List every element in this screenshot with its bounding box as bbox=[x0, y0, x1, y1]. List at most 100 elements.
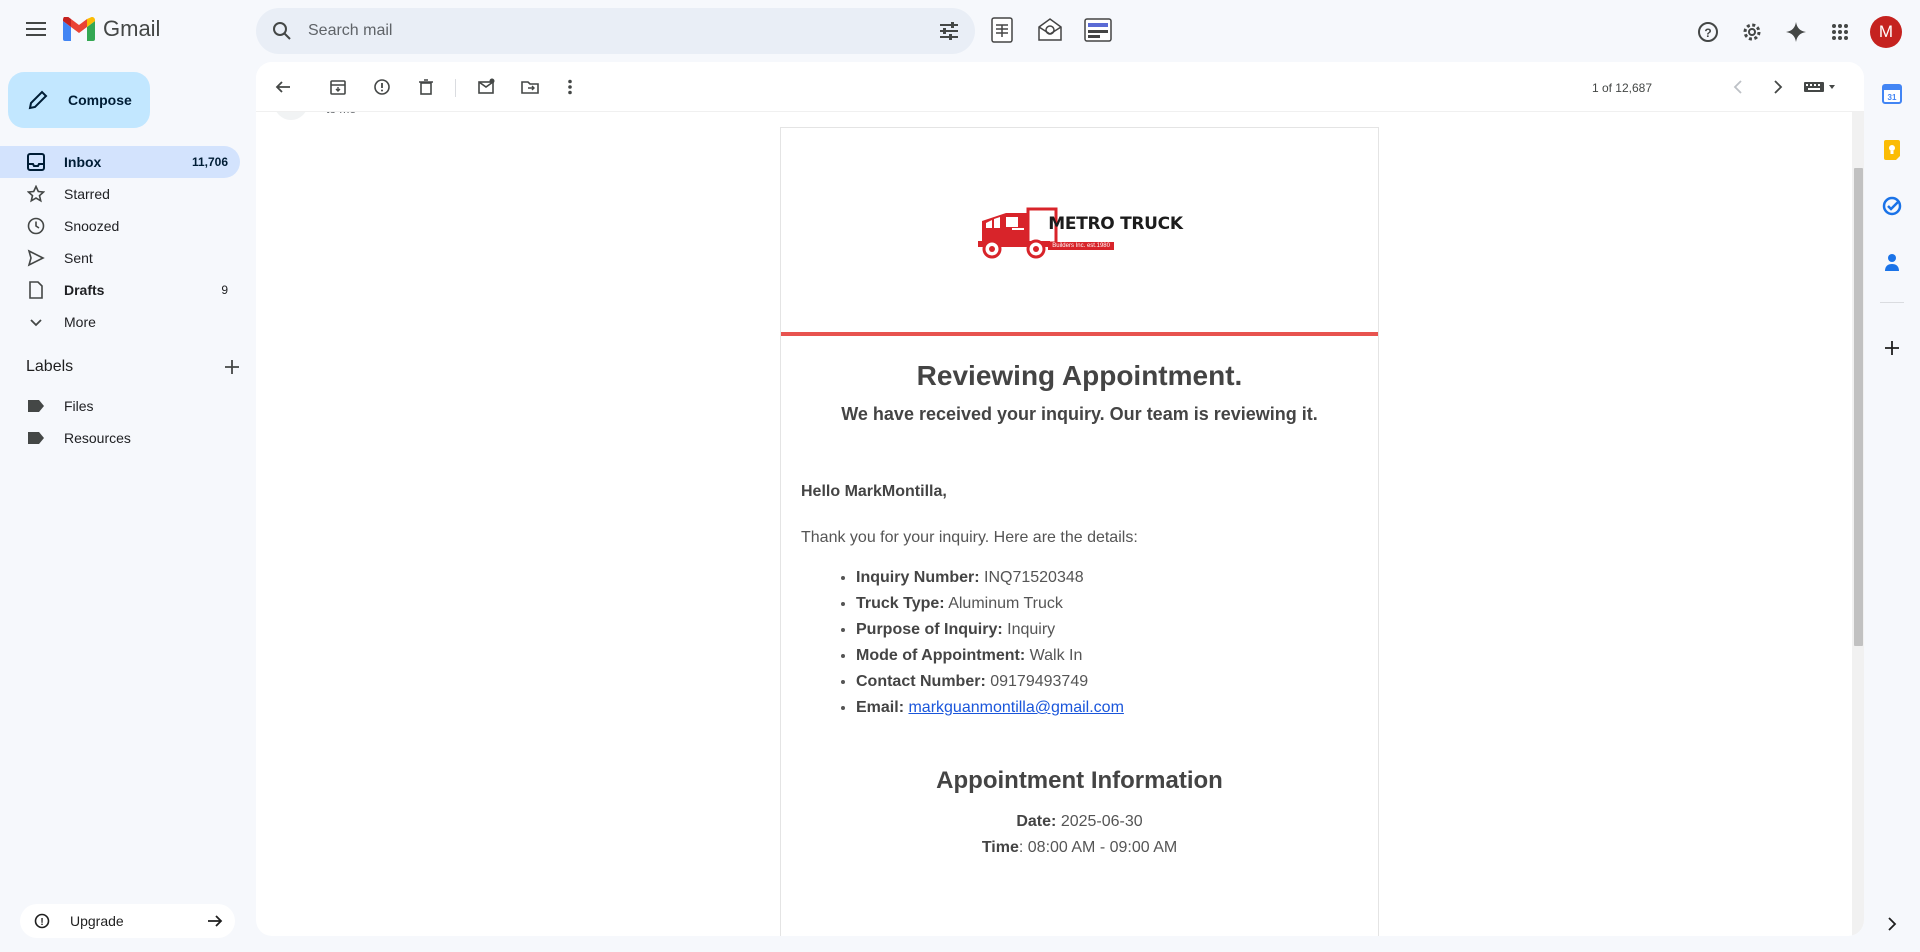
spreadsheet-extension-icon[interactable] bbox=[985, 12, 1019, 48]
top-right-actions: ? M bbox=[1684, 12, 1920, 52]
report-spam-icon[interactable] bbox=[367, 72, 397, 102]
newer-chevron-icon[interactable] bbox=[1723, 72, 1753, 102]
detail-value: Inquiry bbox=[1007, 621, 1056, 638]
detail-label: Contact Number: bbox=[856, 673, 986, 690]
nav-label: Sent bbox=[64, 250, 93, 266]
label-tag-icon bbox=[26, 428, 46, 448]
template-extension-icon[interactable] bbox=[1081, 12, 1115, 48]
help-icon[interactable]: ? bbox=[1688, 12, 1728, 52]
detail-item-purpose: Purpose of Inquiry: Inquiry bbox=[856, 617, 1358, 643]
expand-panel-chevron-icon[interactable] bbox=[1878, 910, 1906, 938]
email-subtitle: We have received your inquiry. Our team … bbox=[841, 404, 1318, 424]
nav-label: More bbox=[64, 314, 96, 330]
date-value: 2025-06-30 bbox=[1060, 813, 1143, 830]
sidebar: Compose Inbox 11,706 Starred Snoozed Sen… bbox=[0, 62, 256, 952]
message-view: to me 1 of 12,687 bbox=[256, 62, 1864, 936]
arrow-right-icon bbox=[208, 915, 223, 927]
detail-item-contact: Contact Number: 09179493749 bbox=[856, 669, 1358, 695]
detail-value: Aluminum Truck bbox=[948, 595, 1063, 612]
search-icon[interactable] bbox=[270, 19, 294, 43]
brand-text: METRO TRUCK Builders Inc. est.1980 bbox=[1048, 214, 1183, 252]
sidebar-item-drafts[interactable]: Drafts 9 bbox=[0, 274, 240, 306]
draft-icon bbox=[26, 280, 46, 300]
email-header-banner: METRO TRUCK Builders Inc. est.1980 bbox=[781, 128, 1378, 336]
search-options-icon[interactable] bbox=[937, 19, 961, 43]
input-tools-keyboard-icon[interactable] bbox=[1796, 72, 1844, 102]
time-value: : 08:00 AM - 09:00 AM bbox=[1018, 839, 1178, 856]
intro-text: Thank you for your inquiry. Here are the… bbox=[801, 529, 1138, 546]
gmail-logo[interactable]: Gmail bbox=[63, 16, 160, 42]
menu-line bbox=[26, 28, 46, 30]
greeting: Hello MarkMontilla, bbox=[801, 483, 947, 500]
scroll-thumb[interactable] bbox=[1854, 168, 1863, 646]
label-name: Files bbox=[64, 398, 94, 414]
pencil-icon bbox=[28, 90, 48, 110]
send-icon bbox=[26, 248, 46, 268]
email-link[interactable]: markguanmontilla@gmail.com bbox=[908, 699, 1123, 716]
appointment-date: Date: 2025-06-30 bbox=[781, 809, 1378, 835]
sidebar-item-starred[interactable]: Starred bbox=[0, 178, 240, 210]
account-avatar[interactable]: M bbox=[1870, 16, 1902, 48]
sidebar-item-more[interactable]: More bbox=[0, 306, 240, 338]
appointment-title: Appointment Information bbox=[936, 767, 1223, 794]
detail-label: Truck Type: bbox=[856, 595, 945, 612]
main-menu-button[interactable] bbox=[18, 18, 54, 44]
older-chevron-icon[interactable] bbox=[1763, 72, 1793, 102]
contacts-icon[interactable] bbox=[1878, 248, 1906, 276]
upgrade-info-icon: ! bbox=[34, 913, 50, 929]
star-icon bbox=[26, 184, 46, 204]
metro-truck-logo: METRO TRUCK Builders Inc. est.1980 bbox=[976, 199, 1183, 261]
appointment-time: Time: 08:00 AM - 09:00 AM bbox=[781, 835, 1378, 861]
nav-label: Snoozed bbox=[64, 218, 120, 234]
detail-label: Mode of Appointment: bbox=[856, 647, 1026, 664]
message-pager: 1 of 12,687 bbox=[1591, 81, 1652, 95]
unread-count: 11,706 bbox=[191, 155, 228, 169]
message-scrollbar[interactable] bbox=[1852, 112, 1864, 936]
move-to-folder-icon[interactable] bbox=[515, 72, 545, 102]
archive-icon[interactable] bbox=[323, 72, 353, 102]
mark-unread-icon[interactable] bbox=[471, 72, 501, 102]
tasks-icon[interactable] bbox=[1878, 192, 1906, 220]
keep-notes-icon[interactable] bbox=[1878, 136, 1906, 164]
gmail-wordmark: Gmail bbox=[103, 16, 161, 41]
top-bar: Gmail Search mail ? M bbox=[0, 0, 1920, 62]
label-name: Resources bbox=[64, 430, 131, 446]
draft-count: 9 bbox=[221, 283, 228, 297]
label-item-resources[interactable]: Resources bbox=[0, 422, 240, 454]
svg-text:31: 31 bbox=[1888, 93, 1897, 102]
more-options-icon[interactable] bbox=[555, 72, 585, 102]
mail-tracker-extension-icon[interactable] bbox=[1033, 12, 1067, 48]
email-content: Hello MarkMontilla, Thank you for your i… bbox=[781, 483, 1378, 721]
labels-header: Labels bbox=[26, 358, 240, 376]
menu-line bbox=[26, 34, 46, 36]
search-input[interactable]: Search mail bbox=[308, 22, 937, 40]
label-item-files[interactable]: Files bbox=[0, 390, 240, 422]
delete-trash-icon[interactable] bbox=[411, 72, 441, 102]
nav-label: Starred bbox=[64, 186, 110, 202]
date-label: Date: bbox=[1016, 813, 1057, 830]
inquiry-details-list: Inquiry Number: INQ71520348 Truck Type: … bbox=[856, 565, 1358, 721]
brand-name: METRO TRUCK bbox=[1048, 214, 1183, 234]
toolbar-divider bbox=[455, 79, 456, 97]
labels-title: Labels bbox=[26, 358, 74, 375]
detail-item-truck-type: Truck Type: Aluminum Truck bbox=[856, 591, 1358, 617]
settings-gear-icon[interactable] bbox=[1732, 12, 1772, 52]
gmail-m-icon bbox=[63, 17, 95, 41]
search-bar[interactable]: Search mail bbox=[256, 8, 975, 54]
sidebar-item-sent[interactable]: Sent bbox=[0, 242, 240, 274]
calendar-icon[interactable]: 31 bbox=[1878, 80, 1906, 108]
sidebar-item-snoozed[interactable]: Snoozed bbox=[0, 210, 240, 242]
sidebar-item-inbox[interactable]: Inbox 11,706 bbox=[0, 146, 240, 178]
detail-value: 09179493749 bbox=[990, 673, 1089, 690]
upgrade-button[interactable]: ! Upgrade bbox=[20, 904, 235, 938]
add-label-plus-icon[interactable] bbox=[224, 359, 240, 375]
compose-button[interactable]: Compose bbox=[8, 72, 150, 128]
apps-grid-icon[interactable] bbox=[1820, 12, 1860, 52]
gemini-sparkle-icon[interactable] bbox=[1776, 12, 1816, 52]
detail-value: INQ71520348 bbox=[984, 569, 1084, 586]
nav-label: Drafts bbox=[64, 282, 105, 298]
detail-item-mode: Mode of Appointment: Walk In bbox=[856, 643, 1358, 669]
email-title: Reviewing Appointment. bbox=[916, 360, 1243, 391]
back-arrow-icon[interactable] bbox=[268, 72, 298, 102]
add-addon-plus-icon[interactable] bbox=[1878, 334, 1906, 362]
